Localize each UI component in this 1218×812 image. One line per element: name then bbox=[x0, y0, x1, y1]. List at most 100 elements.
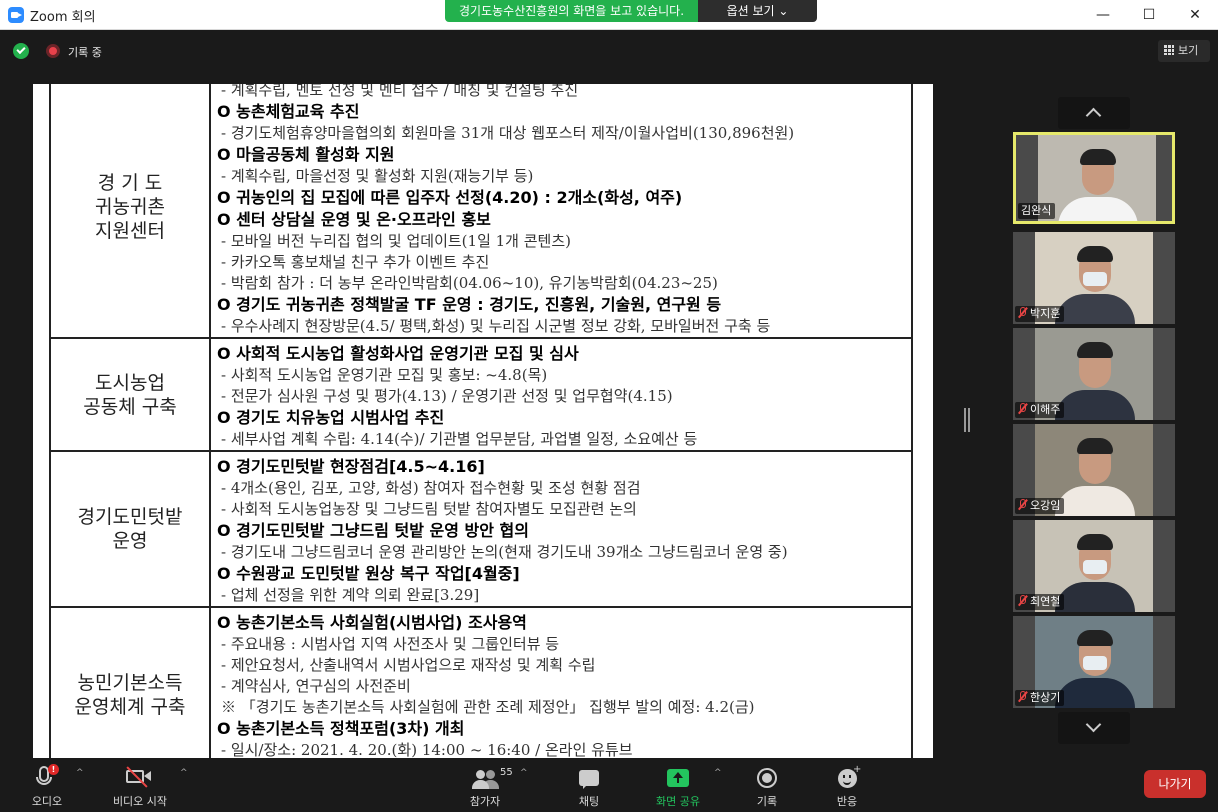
chat-button[interactable]: 채팅 bbox=[558, 762, 620, 810]
share-options-caret-icon[interactable]: ^ bbox=[714, 768, 722, 778]
participant-name-tag: 이해주 bbox=[1015, 402, 1065, 418]
category-cell: 경기도민텃밭 운영 bbox=[49, 450, 211, 608]
muted-mic-icon bbox=[1018, 403, 1027, 414]
task-detail: - 주요내용 : 시범사업 지역 사전조사 및 그룹인터뷰 등 bbox=[221, 635, 560, 653]
task-detail: - 박람회 참가 : 더 농부 온라인박람회(04.06~10), 유기농박람회… bbox=[221, 274, 718, 292]
title-bar: Zoom 회의 경기도농수산진흥원의 화면을 보고 있습니다. 옵션 보기 ⌄ … bbox=[0, 0, 1218, 30]
audio-options-caret-icon[interactable]: ^ bbox=[76, 768, 84, 778]
record-label: 기록 bbox=[756, 795, 778, 808]
video-camera-lens-icon bbox=[144, 771, 151, 781]
participant-name-tag: 한상기 bbox=[1015, 690, 1065, 706]
view-options-button[interactable]: 옵션 보기 ⌄ bbox=[698, 0, 817, 22]
task-heading: O 농촌기본소득 사회실험(시범사업) 조사용역 bbox=[217, 613, 527, 632]
close-button[interactable]: ✕ bbox=[1172, 0, 1218, 30]
record-button[interactable]: 기록 bbox=[736, 762, 798, 810]
participant-hair bbox=[1077, 342, 1113, 358]
task-heading: O 경기도 치유농업 시범사업 추진 bbox=[217, 408, 445, 427]
category-label: 경기도민텃밭 bbox=[77, 506, 183, 528]
category-label: 도시농업 bbox=[95, 371, 165, 394]
participant-name: 김완식 bbox=[1021, 204, 1052, 217]
participants-label: 참가자 bbox=[469, 795, 501, 808]
record-icon bbox=[757, 768, 777, 788]
view-button[interactable]: 보기 bbox=[1158, 40, 1210, 62]
content-cell: O 경기도민텃밭 현장점검[4.5~4.16] - 4개소(용인, 김포, 고양,… bbox=[209, 450, 913, 608]
task-detail: ※ 「경기도 농촌기본소득 사회실험에 관한 조례 제정안」 집행부 발의 예정… bbox=[221, 698, 755, 716]
participant-tile[interactable]: 김완식 bbox=[1013, 132, 1175, 224]
participants-button[interactable]: 55 참가자 bbox=[450, 762, 520, 810]
meeting-toolbar: ! 오디오 ^ 비디오 시작 ^ 55 참가자 ^ 채팅 화면 공유 ^ 기록 … bbox=[0, 758, 1218, 812]
gallery-scroll-up-button[interactable] bbox=[1058, 97, 1130, 129]
task-detail: - 일시/장소: 2021. 4. 20.(화) 14:00 ~ 16:40 /… bbox=[221, 741, 633, 758]
participant-body bbox=[1055, 678, 1135, 708]
muted-mic-icon bbox=[1018, 691, 1027, 702]
report-table-row: 경기도민텃밭 운영 O 경기도민텃밭 현장점검[4.5~4.16] - 4개소(용인,… bbox=[49, 450, 913, 608]
grid-view-icon bbox=[1164, 45, 1174, 55]
chat-label: 채팅 bbox=[578, 795, 600, 808]
task-heading: O 수원광교 도민텃밭 원상 복구 작업[4월중] bbox=[217, 564, 520, 583]
category-label: 운영체계 구축 bbox=[74, 696, 186, 718]
participant-name-tag: 오강임 bbox=[1015, 498, 1065, 514]
content-cell: O 농촌기본소득 사회실험(시범사업) 조사용역 - 주요내용 : 시범사업 지역… bbox=[209, 606, 913, 758]
start-video-button[interactable]: 비디오 시작 bbox=[100, 762, 180, 810]
panel-resize-handle[interactable] bbox=[964, 408, 970, 432]
content-cell: O 사회적 도시농업 활성화사업 운영기관 모집 및 심사 - 사회적 도시농업 … bbox=[209, 337, 913, 452]
task-detail: - 사회적 도시농업농장 및 그냥드림 텃밭 참여자별도 모집관련 논의 bbox=[221, 500, 637, 518]
audio-button[interactable]: ! 오디오 bbox=[14, 762, 80, 810]
participant-body bbox=[1055, 294, 1135, 324]
report-table: 경 기 도 귀농귀촌 지원센터 - 계획수립, 멘토 선정 및 멘티 접수 / 매칭 … bbox=[49, 84, 913, 758]
participant-tile[interactable]: 이해주 bbox=[1013, 328, 1175, 420]
participant-tile[interactable]: 박지훈 bbox=[1013, 232, 1175, 324]
participant-tile[interactable]: 최연철 bbox=[1013, 520, 1175, 612]
maximize-button[interactable]: ☐ bbox=[1126, 0, 1172, 30]
category-cell: 경 기 도 귀농귀촌 지원센터 bbox=[49, 84, 211, 339]
task-detail: - 4개소(용인, 김포, 고양, 화성) 참여자 접수현황 및 조성 현황 점… bbox=[221, 479, 641, 497]
participants-options-caret-icon[interactable]: ^ bbox=[520, 768, 528, 778]
task-detail: - 전문가 심사원 구성 및 평가(4.13) / 운영기관 선정 및 업무협약… bbox=[221, 387, 673, 405]
add-reaction-icon: + bbox=[853, 764, 862, 775]
participant-tile[interactable]: 한상기 bbox=[1013, 616, 1175, 708]
reactions-button[interactable]: + 반응 bbox=[816, 762, 878, 810]
task-heading: O 경기도민텃밭 그냥드림 텃밭 운영 방안 협의 bbox=[217, 521, 529, 540]
task-heading: O 농촌기본소득 정책포럼(3차) 개최 bbox=[217, 719, 465, 738]
task-heading: O 센터 상담실 운영 및 온·오프라인 홍보 bbox=[217, 210, 491, 229]
face-mask bbox=[1083, 272, 1107, 286]
shared-screen: 경 기 도 귀농귀촌 지원센터 - 계획수립, 멘토 선정 및 멘티 접수 / 매칭 … bbox=[33, 84, 933, 758]
participant-body bbox=[1058, 197, 1138, 221]
minimize-button[interactable]: — bbox=[1080, 0, 1126, 30]
participant-name: 박지훈 bbox=[1030, 307, 1061, 320]
task-detail: - 세부사업 계획 수립: 4.14(수)/ 기관별 업무분담, 과업별 일정,… bbox=[221, 430, 698, 448]
participant-name: 오강임 bbox=[1030, 499, 1061, 512]
task-detail: - 카카오톡 홍보채널 친구 추가 이벤트 추진 bbox=[221, 253, 490, 271]
reactions-label: 반응 bbox=[836, 795, 858, 808]
category-cell: 농민기본소득 운영체계 구축 bbox=[49, 606, 211, 758]
security-shield-icon[interactable] bbox=[13, 43, 29, 59]
leave-button[interactable]: 나가기 bbox=[1144, 770, 1206, 798]
participant-hair bbox=[1077, 438, 1113, 454]
video-options-caret-icon[interactable]: ^ bbox=[180, 768, 188, 778]
participant-tile[interactable]: 오강임 bbox=[1013, 424, 1175, 516]
task-detail: - 경기도내 그냥드림코너 운영 관리방안 논의(현재 경기도내 39개소 그냥… bbox=[221, 543, 788, 561]
zoom-logo-icon bbox=[8, 7, 24, 23]
recording-label: 기록 중 bbox=[68, 46, 102, 59]
gallery-scroll-down-button[interactable] bbox=[1058, 712, 1130, 744]
share-screen-button[interactable]: 화면 공유 bbox=[642, 762, 714, 810]
share-banner: 경기도농수산진흥원의 화면을 보고 있습니다. 옵션 보기 ⌄ bbox=[445, 0, 817, 22]
participant-hair bbox=[1077, 246, 1113, 262]
participant-hair bbox=[1077, 534, 1113, 550]
participant-name: 최연철 bbox=[1030, 595, 1061, 608]
task-detail: - 계약심사, 연구심의 사전준비 bbox=[221, 677, 411, 695]
microphone-stand-icon bbox=[36, 777, 52, 785]
category-label: 지원센터 bbox=[95, 219, 165, 242]
participant-name: 이해주 bbox=[1030, 403, 1061, 416]
task-heading: O 마을공동체 활성화 지원 bbox=[217, 145, 395, 164]
audio-alert-badge: ! bbox=[48, 764, 59, 775]
participant-body bbox=[1055, 582, 1135, 612]
task-detail: - 제안요청서, 산출내역서 시범사업으로 재작성 및 계획 수립 bbox=[221, 656, 596, 674]
participant-video bbox=[1038, 135, 1156, 221]
report-table-row: 도시농업 공동체 구축 O 사회적 도시농업 활성화사업 운영기관 모집 및 심사 -… bbox=[49, 337, 913, 452]
task-heading: O 사회적 도시농업 활성화사업 운영기관 모집 및 심사 bbox=[217, 344, 579, 363]
report-table-row: 경 기 도 귀농귀촌 지원센터 - 계획수립, 멘토 선정 및 멘티 접수 / 매칭 … bbox=[49, 84, 913, 339]
chevron-down-icon bbox=[1085, 716, 1102, 733]
task-detail: - 우수사례지 현장방문(4.5/ 평택,화성) 및 누리집 시군별 정보 강화… bbox=[221, 317, 771, 335]
video-label: 비디오 시작 bbox=[112, 795, 168, 808]
